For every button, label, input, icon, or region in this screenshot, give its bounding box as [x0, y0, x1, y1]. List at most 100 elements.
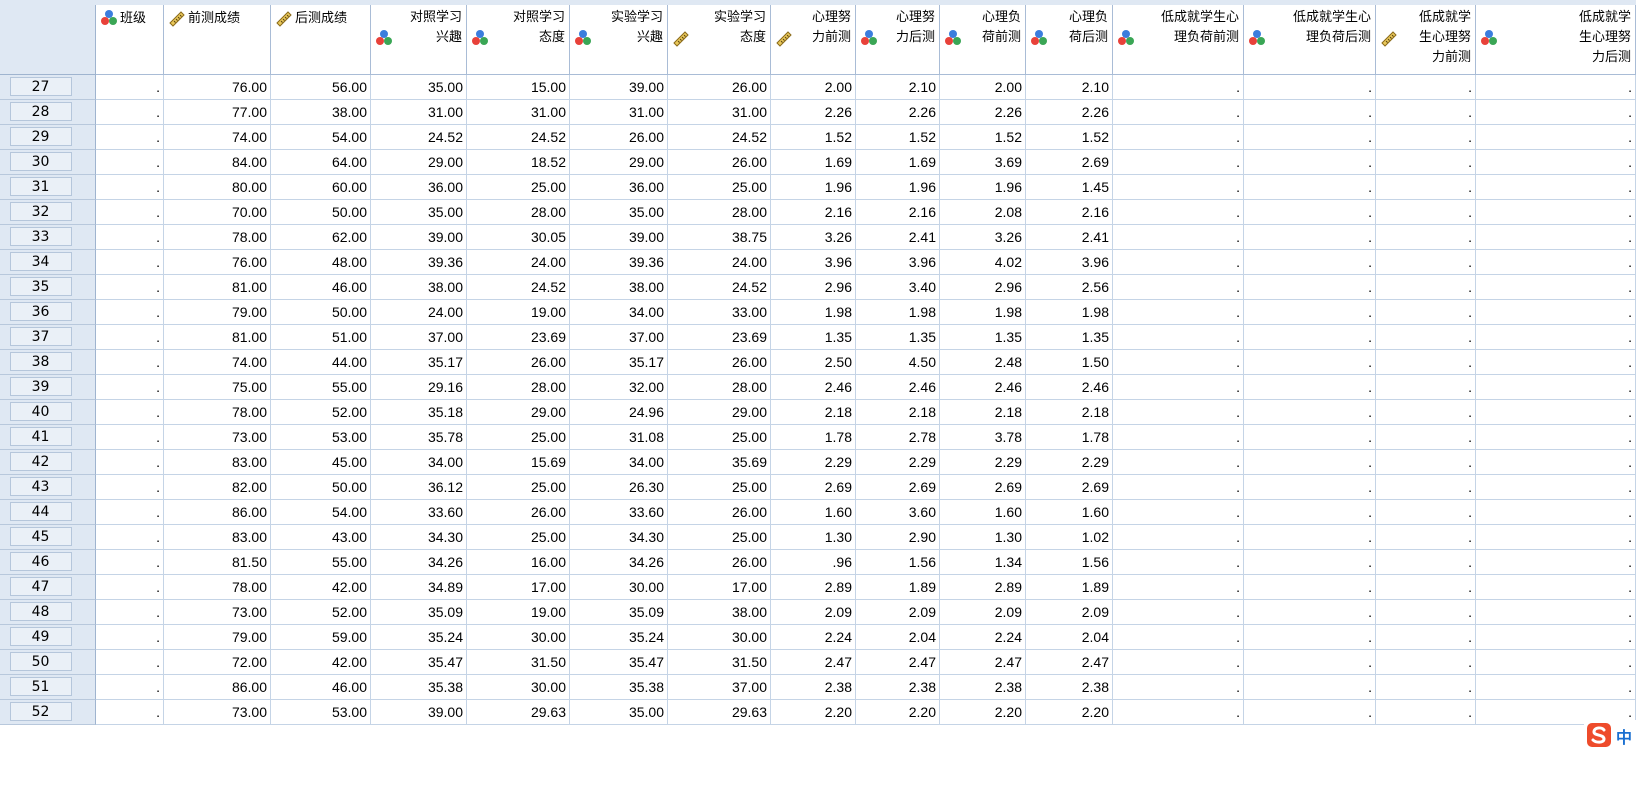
table-cell[interactable]: 2.24	[940, 625, 1026, 650]
table-cell[interactable]: 1.34	[940, 550, 1026, 575]
table-cell[interactable]: 1.35	[771, 325, 856, 350]
table-cell[interactable]: .	[1244, 125, 1376, 150]
table-cell[interactable]: 2.46	[856, 375, 940, 400]
table-cell[interactable]: 2.04	[856, 625, 940, 650]
table-cell[interactable]: 4.02	[940, 250, 1026, 275]
table-cell[interactable]: 35.00	[570, 200, 668, 225]
table-cell[interactable]: 76.00	[164, 250, 271, 275]
table-cell[interactable]: 1.96	[856, 175, 940, 200]
row-number[interactable]: 35	[0, 275, 96, 300]
row-number[interactable]: 51	[0, 675, 96, 700]
row-number[interactable]: 34	[0, 250, 96, 275]
table-cell[interactable]: 54.00	[271, 125, 371, 150]
table-row[interactable]: 41. 73.00 53.00 35.78 25.00 31.08 25.00 1.78 2.7…	[0, 425, 1636, 450]
table-cell[interactable]: .	[1376, 500, 1476, 525]
table-cell[interactable]: 73.00	[164, 600, 271, 625]
table-cell[interactable]: 2.04	[1026, 625, 1113, 650]
table-cell[interactable]: 26.00	[467, 350, 570, 375]
table-cell[interactable]: 42.00	[271, 650, 371, 675]
table-cell[interactable]: 28.00	[467, 375, 570, 400]
column-header-7[interactable]: 实验学习 态度	[668, 5, 771, 75]
table-cell[interactable]: 23.69	[467, 325, 570, 350]
table-cell[interactable]: 2.90	[856, 525, 940, 550]
table-cell[interactable]: .	[1476, 600, 1636, 625]
table-cell[interactable]: 81.00	[164, 275, 271, 300]
table-cell[interactable]: .	[1476, 575, 1636, 600]
table-cell[interactable]: .	[96, 700, 164, 725]
table-cell[interactable]: 28.00	[668, 200, 771, 225]
table-cell[interactable]: .	[1476, 350, 1636, 375]
row-number[interactable]: 33	[0, 225, 96, 250]
table-cell[interactable]: 50.00	[271, 300, 371, 325]
table-cell[interactable]: .	[1113, 575, 1244, 600]
table-cell[interactable]: 24.96	[570, 400, 668, 425]
table-cell[interactable]: .	[96, 125, 164, 150]
table-cell[interactable]: .	[1376, 575, 1476, 600]
table-cell[interactable]: 26.00	[570, 125, 668, 150]
table-cell[interactable]: 30.00	[570, 575, 668, 600]
row-number[interactable]: 31	[0, 175, 96, 200]
table-cell[interactable]: 35.24	[371, 625, 467, 650]
table-cell[interactable]: 2.16	[1026, 200, 1113, 225]
table-cell[interactable]: .	[1476, 500, 1636, 525]
table-cell[interactable]: 35.00	[371, 75, 467, 100]
table-cell[interactable]: .	[96, 350, 164, 375]
table-cell[interactable]: .	[1476, 125, 1636, 150]
table-cell[interactable]: .	[1244, 675, 1376, 700]
table-cell[interactable]: .	[1113, 225, 1244, 250]
table-cell[interactable]: 29.00	[467, 400, 570, 425]
table-row[interactable]: 43. 82.00 50.00 36.12 25.00 26.30 25.00 2.69 2.6…	[0, 475, 1636, 500]
table-cell[interactable]: .	[1113, 425, 1244, 450]
table-cell[interactable]: 31.08	[570, 425, 668, 450]
table-cell[interactable]: 25.00	[668, 475, 771, 500]
table-cell[interactable]: .	[1476, 625, 1636, 650]
table-cell[interactable]: .	[1113, 400, 1244, 425]
table-cell[interactable]: 35.24	[570, 625, 668, 650]
row-number[interactable]: 37	[0, 325, 96, 350]
column-header-4[interactable]: 对照学习 兴趣	[371, 5, 467, 75]
table-cell[interactable]: .	[1376, 650, 1476, 675]
table-row[interactable]: 36. 79.00 50.00 24.00 19.00 34.00 33.00 1.98 1.9…	[0, 300, 1636, 325]
row-number[interactable]: 50	[0, 650, 96, 675]
table-cell[interactable]: .	[1244, 525, 1376, 550]
table-cell[interactable]: .	[1244, 575, 1376, 600]
table-cell[interactable]: .	[1244, 500, 1376, 525]
table-cell[interactable]: 79.00	[164, 625, 271, 650]
table-cell[interactable]: 50.00	[271, 200, 371, 225]
table-cell[interactable]: 30.00	[668, 625, 771, 650]
table-cell[interactable]: .	[1476, 300, 1636, 325]
table-cell[interactable]: .	[1244, 250, 1376, 275]
table-cell[interactable]: 16.00	[467, 550, 570, 575]
table-cell[interactable]: 1.56	[1026, 550, 1113, 575]
table-cell[interactable]: 29.00	[570, 150, 668, 175]
table-cell[interactable]: 34.30	[570, 525, 668, 550]
table-cell[interactable]: 1.60	[1026, 500, 1113, 525]
table-cell[interactable]: .	[1113, 450, 1244, 475]
table-cell[interactable]: 39.00	[371, 225, 467, 250]
table-cell[interactable]: 2.69	[856, 475, 940, 500]
table-cell[interactable]: 1.50	[1026, 350, 1113, 375]
table-cell[interactable]: .	[1113, 350, 1244, 375]
table-cell[interactable]: .	[96, 475, 164, 500]
table-cell[interactable]: .	[96, 250, 164, 275]
table-row[interactable]: 31. 80.00 60.00 36.00 25.00 36.00 25.00 1.96 1.9…	[0, 175, 1636, 200]
table-cell[interactable]: 2.47	[856, 650, 940, 675]
table-cell[interactable]: 2.20	[771, 700, 856, 725]
table-cell[interactable]: .	[1376, 425, 1476, 450]
table-cell[interactable]: .	[1476, 675, 1636, 700]
table-cell[interactable]: 29.00	[668, 400, 771, 425]
table-cell[interactable]: 35.00	[371, 200, 467, 225]
table-cell[interactable]: 24.52	[371, 125, 467, 150]
table-row[interactable]: 47. 78.00 42.00 34.89 17.00 30.00 17.00 2.89 1.8…	[0, 575, 1636, 600]
table-cell[interactable]: 1.89	[856, 575, 940, 600]
table-cell[interactable]: 1.52	[940, 125, 1026, 150]
column-header-13[interactable]: 低成就学生心 理负荷后测	[1244, 5, 1376, 75]
table-cell[interactable]: .	[96, 675, 164, 700]
table-cell[interactable]: 3.40	[856, 275, 940, 300]
table-cell[interactable]: 83.00	[164, 525, 271, 550]
table-cell[interactable]: 35.00	[570, 700, 668, 725]
table-row[interactable]: 38. 74.00 44.00 35.17 26.00 35.17 26.00 2.50 4.5…	[0, 350, 1636, 375]
table-cell[interactable]: 24.00	[668, 250, 771, 275]
table-cell[interactable]: .	[1476, 225, 1636, 250]
table-row[interactable]: 35. 81.00 46.00 38.00 24.52 38.00 24.52 2.96 3.4…	[0, 275, 1636, 300]
